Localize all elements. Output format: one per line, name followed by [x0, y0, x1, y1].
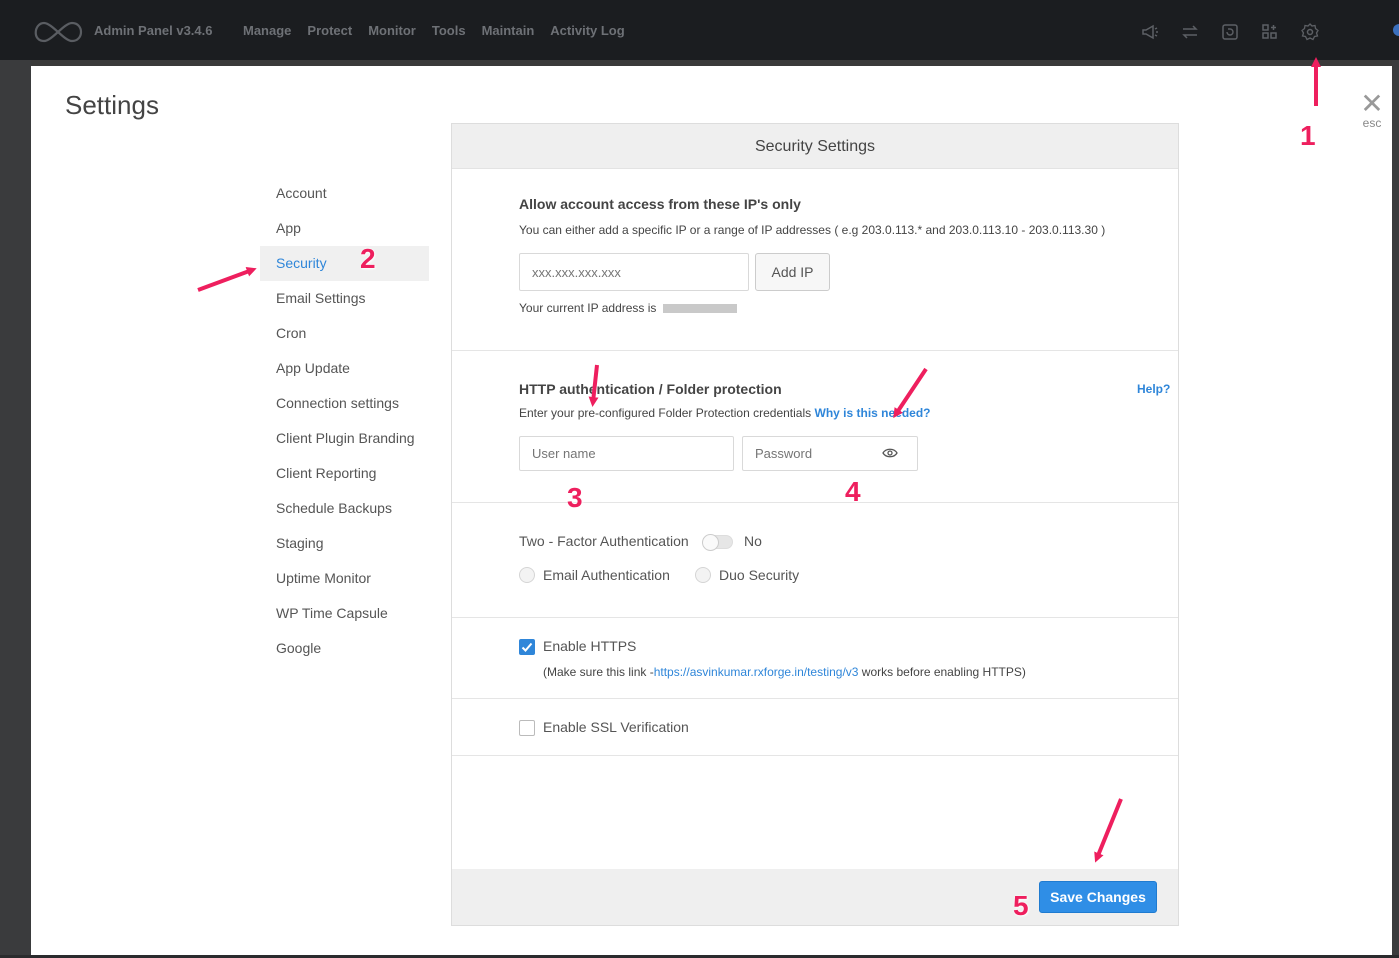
- http-auth-heading: HTTP authentication / Folder protection: [519, 381, 782, 397]
- http-auth-description-text: Enter your pre-configured Folder Protect…: [519, 406, 812, 420]
- https-section: Enable HTTPS (Make sure this link -https…: [452, 618, 1178, 699]
- backdrop: [1392, 60, 1399, 958]
- nav-tools[interactable]: Tools: [432, 23, 466, 38]
- why-needed-link[interactable]: Why is this needed?: [815, 406, 931, 420]
- https-note-suffix: works before enabling HTTPS): [858, 665, 1026, 679]
- top-nav-bar: Admin Panel v3.4.6 Manage Protect Monito…: [0, 0, 1399, 60]
- ip-description: You can either add a specific IP or a ra…: [519, 223, 1106, 237]
- https-note: (Make sure this link -https://asvinkumar…: [543, 665, 1026, 679]
- apps-icon[interactable]: [1260, 22, 1280, 42]
- sidebar-item-schedule-backups[interactable]: Schedule Backups: [260, 491, 429, 526]
- close-button[interactable]: ✕ esc: [1359, 90, 1385, 132]
- https-test-link[interactable]: https://asvinkumar.rxforge.in/testing/v3: [654, 665, 859, 679]
- nav-maintain[interactable]: Maintain: [482, 23, 535, 38]
- sync-icon[interactable]: [1180, 22, 1200, 42]
- email-auth-label: Email Authentication: [543, 567, 670, 583]
- security-settings-panel: Security Settings Allow account access f…: [451, 123, 1179, 926]
- sidebar-item-email-settings[interactable]: Email Settings: [260, 281, 429, 316]
- ip-heading: Allow account access from these IP's onl…: [519, 196, 801, 212]
- eye-icon[interactable]: [882, 447, 898, 459]
- sidebar-item-wp-time-capsule[interactable]: WP Time Capsule: [260, 596, 429, 631]
- enable-https-label: Enable HTTPS: [543, 638, 637, 654]
- two-factor-section: Two - Factor Authentication No Email Aut…: [452, 503, 1178, 618]
- current-ip-label: Your current IP address is: [519, 301, 657, 315]
- main-nav: Manage Protect Monitor Tools Maintain Ac…: [243, 23, 625, 38]
- sidebar-item-staging[interactable]: Staging: [260, 526, 429, 561]
- two-factor-label: Two - Factor Authentication: [519, 533, 689, 549]
- gear-icon[interactable]: [1300, 22, 1320, 42]
- annotation-5: 5: [1013, 890, 1029, 921]
- sidebar-item-client-plugin-branding[interactable]: Client Plugin Branding: [260, 421, 429, 456]
- help-link[interactable]: Help?: [1137, 382, 1170, 396]
- current-ip-text: Your current IP address is: [519, 301, 737, 315]
- two-factor-state: No: [744, 533, 762, 549]
- sidebar-item-cron[interactable]: Cron: [260, 316, 429, 351]
- nav-manage[interactable]: Manage: [243, 23, 291, 38]
- sidebar-item-client-reporting[interactable]: Client Reporting: [260, 456, 429, 491]
- current-ip-redacted: [662, 304, 737, 314]
- infinity-logo-icon[interactable]: [30, 20, 86, 44]
- refresh-box-icon[interactable]: [1220, 22, 1240, 42]
- megaphone-icon[interactable]: [1140, 22, 1160, 42]
- http-auth-description: Enter your pre-configured Folder Protect…: [519, 406, 931, 420]
- annotation-3: 3: [567, 482, 583, 513]
- two-factor-toggle[interactable]: [702, 534, 733, 551]
- enable-ssl-checkbox[interactable]: [519, 720, 535, 736]
- nav-monitor[interactable]: Monitor: [368, 23, 416, 38]
- sidebar-item-connection-settings[interactable]: Connection settings: [260, 386, 429, 421]
- enable-https-checkbox[interactable]: [519, 639, 535, 655]
- duo-security-radio[interactable]: [695, 567, 711, 583]
- nav-activity-log[interactable]: Activity Log: [550, 23, 624, 38]
- enable-ssl-label: Enable SSL Verification: [543, 719, 689, 735]
- sidebar-item-app[interactable]: App: [260, 211, 429, 246]
- annotation-1: 1: [1300, 120, 1316, 151]
- http-auth-section: HTTP authentication / Folder protection …: [452, 351, 1178, 503]
- sidebar-item-google[interactable]: Google: [260, 631, 429, 666]
- sidebar-item-uptime-monitor[interactable]: Uptime Monitor: [260, 561, 429, 596]
- panel-title: Security Settings: [452, 124, 1178, 169]
- close-icon[interactable]: ✕: [1359, 90, 1385, 118]
- settings-sidebar: Account App Security Email Settings Cron…: [260, 176, 429, 666]
- modal-title: Settings: [65, 90, 159, 120]
- password-field-wrapper: [742, 436, 918, 471]
- ssl-section: Enable SSL Verification: [452, 699, 1178, 756]
- email-auth-radio[interactable]: [519, 567, 535, 583]
- sidebar-item-account[interactable]: Account: [260, 176, 429, 211]
- annotation-4: 4: [845, 476, 861, 507]
- duo-security-label: Duo Security: [719, 567, 800, 583]
- annotation-2: 2: [360, 243, 376, 274]
- edge-indicator: [1393, 24, 1399, 36]
- backdrop: [0, 60, 31, 958]
- https-note-prefix: (Make sure this link -: [543, 665, 654, 679]
- add-ip-button[interactable]: Add IP: [755, 253, 830, 291]
- app-version-title: Admin Panel v3.4.6: [94, 23, 213, 38]
- nav-protect[interactable]: Protect: [307, 23, 352, 38]
- ip-input[interactable]: [519, 253, 749, 291]
- esc-hint: esc: [1362, 116, 1382, 130]
- username-input[interactable]: [519, 436, 734, 471]
- checkmark-icon: [521, 642, 533, 652]
- topbar-icon-group: [1140, 22, 1320, 42]
- toggle-knob: [702, 534, 719, 551]
- save-changes-button[interactable]: Save Changes: [1039, 881, 1157, 913]
- panel-footer: Save Changes: [452, 869, 1178, 925]
- settings-modal: Settings ✕ esc Account App Security Emai…: [31, 66, 1392, 955]
- sidebar-item-security[interactable]: Security: [260, 246, 429, 281]
- sidebar-item-app-update[interactable]: App Update: [260, 351, 429, 386]
- ip-whitelist-section: Allow account access from these IP's onl…: [452, 170, 1178, 351]
